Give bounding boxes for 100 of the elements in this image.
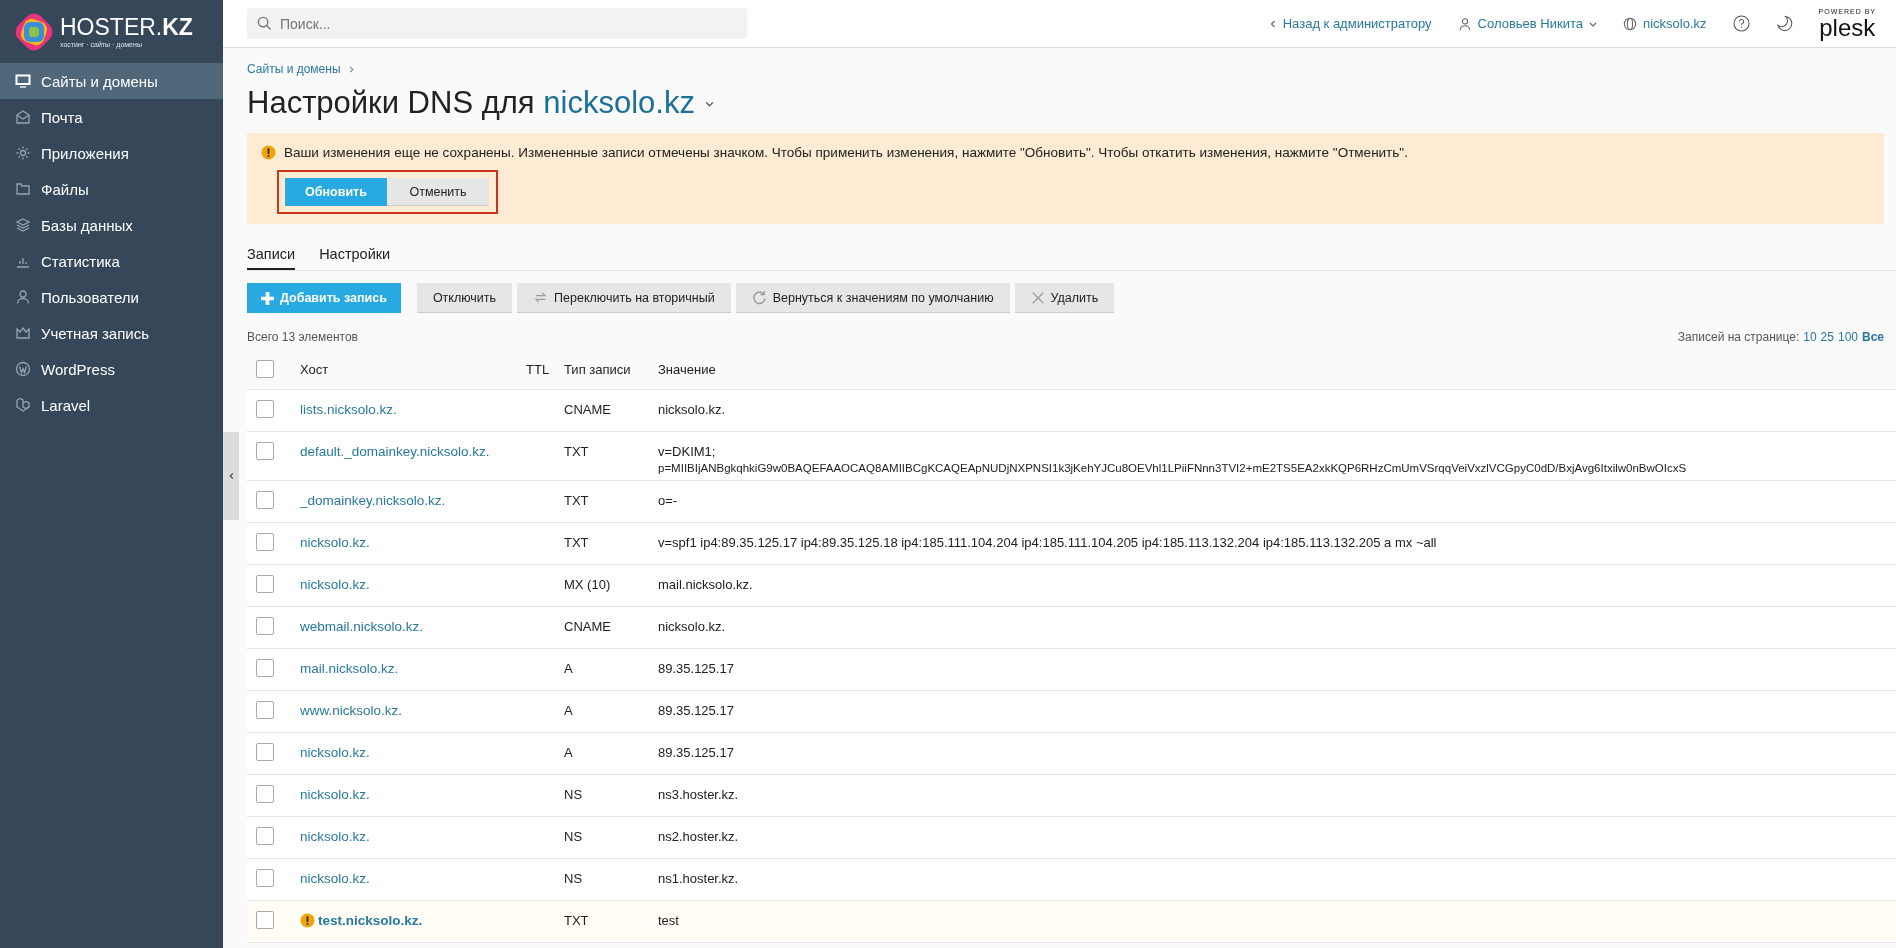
back-link[interactable]: Назад к администратору [1268,16,1432,31]
chevron-left-icon [227,472,235,480]
toolbar-button[interactable]: Удалить [1014,283,1115,313]
host-link[interactable]: nicksolo.kz. [300,577,370,592]
user-icon [15,289,31,305]
toolbar-button[interactable]: Переключить на вторичный [517,283,731,313]
sidebar-item[interactable]: Сайты и домены [0,63,223,99]
row-checkbox[interactable] [256,869,274,887]
sidebar-item[interactable]: WordPress [0,351,223,387]
crown-icon [15,325,31,341]
host-link[interactable]: nicksolo.kz. [300,535,370,550]
sidebar-item[interactable]: Приложения [0,135,223,171]
record-value: o=- [658,493,679,508]
domain-link[interactable]: nicksolo.kz [1622,16,1707,31]
row-checkbox[interactable] [256,785,274,803]
laravel-icon [15,397,31,413]
record-type: TXT [564,493,589,508]
sidebar-collapse-handle[interactable] [223,432,239,520]
user-menu[interactable]: Соловьев Никита [1457,16,1597,31]
monitor-icon [15,73,31,89]
record-type: TXT [564,535,589,550]
row-checkbox[interactable] [256,827,274,845]
record-type: CNAME [564,619,611,634]
column-header: TTL [526,362,550,377]
record-value: ns1.hoster.kz. [658,871,740,886]
warning-message: Ваши изменения еще не сохранены. Измененные записи отмечены значком. Чтобы применить изменения, нажмите "Обновить". Чтобы откатить изменения, нажмите "Отменить". [284,145,1408,160]
sidebar-item[interactable]: Пользователи [0,279,223,315]
record-type: A [564,703,573,718]
sidebar-item[interactable]: Базы данных [0,207,223,243]
row-checkbox[interactable] [256,701,274,719]
column-header: Тип записи [564,362,631,377]
row-checkbox[interactable] [256,575,274,593]
host-link[interactable]: nicksolo.kz. [300,871,370,886]
close-icon [1030,290,1045,305]
record-type: MX (10) [564,577,611,592]
user-icon [1457,16,1472,31]
host-link[interactable]: www.nicksolo.kz. [300,703,403,718]
update-button[interactable]: Обновить [285,178,387,206]
sidebar-item[interactable]: Учетная запись [0,315,223,351]
row-checkbox[interactable] [256,442,274,460]
search-field[interactable]: Поиск... [247,8,747,39]
record-value: ns2.hoster.kz. [658,829,740,844]
record-type: A [564,661,573,676]
host-link[interactable]: mail.nicksolo.kz. [300,661,399,676]
row-checkbox[interactable] [256,617,274,635]
column-header: Хост [300,362,329,377]
tab[interactable]: Записи [247,246,296,270]
per-page-option[interactable]: Все [1862,330,1884,344]
chevron-left-icon [1268,19,1277,28]
record-value: 89.35.125.17 [658,661,735,676]
sidebar-item[interactable]: Статистика [0,243,223,279]
gear-icon [15,145,31,161]
record-value: v=spf1 ip4:89.35.125.17 ip4:89.35.125.18 ip4:185.111.104.204 ip4:185.111.104.205 ip4:185.113.132.204 ip4:185.113.132.205 a mx ~all [658,535,1438,550]
record-type: A [564,745,573,760]
sidebar-item[interactable]: Почта [0,99,223,135]
record-value: mail.nicksolo.kz. [658,577,754,592]
domain-switcher[interactable]: nicksolo.kz [543,85,695,121]
record-type: NS [564,829,583,844]
record-type: CNAME [564,402,611,417]
row-checkbox[interactable] [256,400,274,418]
chevron-right-icon [347,65,355,73]
record-value: p=MIIBIjANBgkqhkiG9w0BAQEFAAOCAQ8AMIIBCgKCAQEApNUDjNXPNSI1k3jKehYJCu8OEVhl1LPiiFNnn3TVI2+mE2TS5EA2xkKQP6RHzCmUmVSrqqVeiVxzlVCGpyC0dD/BxjAvg6Itxilw0nBwOIcxS [658,462,1688,476]
row-checkbox[interactable] [256,743,274,761]
select-all-checkbox[interactable] [256,360,274,378]
per-page-option[interactable]: 10 [1803,330,1817,344]
brand-name: HOSTER.KZ [60,15,193,39]
toolbar-button[interactable]: Добавить запись [247,283,401,313]
per-page-label: Записей на странице: [1677,330,1800,344]
sidebar-item[interactable]: Laravel [0,387,223,423]
moon-icon[interactable] [1775,15,1793,32]
per-page-option[interactable]: 25 [1820,330,1834,344]
globe-icon [1622,16,1637,31]
swap-arrows-icon [533,290,549,305]
page-title: Настройки DNS для [247,85,536,121]
record-type: NS [564,871,583,886]
help-icon[interactable] [1732,15,1750,32]
host-link[interactable]: nicksolo.kz. [300,787,370,802]
record-type: TXT [564,913,589,928]
column-header: Значение [658,362,716,377]
cancel-button[interactable]: Отменить [387,178,489,206]
host-link[interactable]: nicksolo.kz. [300,829,370,844]
host-link[interactable]: test.nicksolo.kz. [318,913,423,928]
per-page-option[interactable]: 100 [1837,330,1858,344]
breadcrumb-link[interactable]: Сайты и домены [247,62,341,76]
row-checkbox[interactable] [256,659,274,677]
host-link[interactable]: default._domainkey.nicksolo.kz. [300,444,490,459]
host-link[interactable]: _domainkey.nicksolo.kz. [300,493,446,508]
host-link[interactable]: webmail.nicksolo.kz. [300,619,424,634]
tab[interactable]: Настройки [319,246,391,270]
total-count: Всего 13 элементов [247,330,358,344]
host-link[interactable]: nicksolo.kz. [300,745,370,760]
host-link[interactable]: lists.nicksolo.kz. [300,402,397,417]
toolbar-button[interactable]: Отключить [416,283,513,313]
row-checkbox[interactable] [256,491,274,509]
row-checkbox[interactable] [256,533,274,551]
toolbar-button[interactable]: Вернуться к значениям по умолчанию [735,283,1010,313]
sidebar-item[interactable]: Файлы [0,171,223,207]
search-icon [257,16,272,31]
record-value: 89.35.125.17 [658,745,735,760]
row-checkbox[interactable] [256,911,274,929]
